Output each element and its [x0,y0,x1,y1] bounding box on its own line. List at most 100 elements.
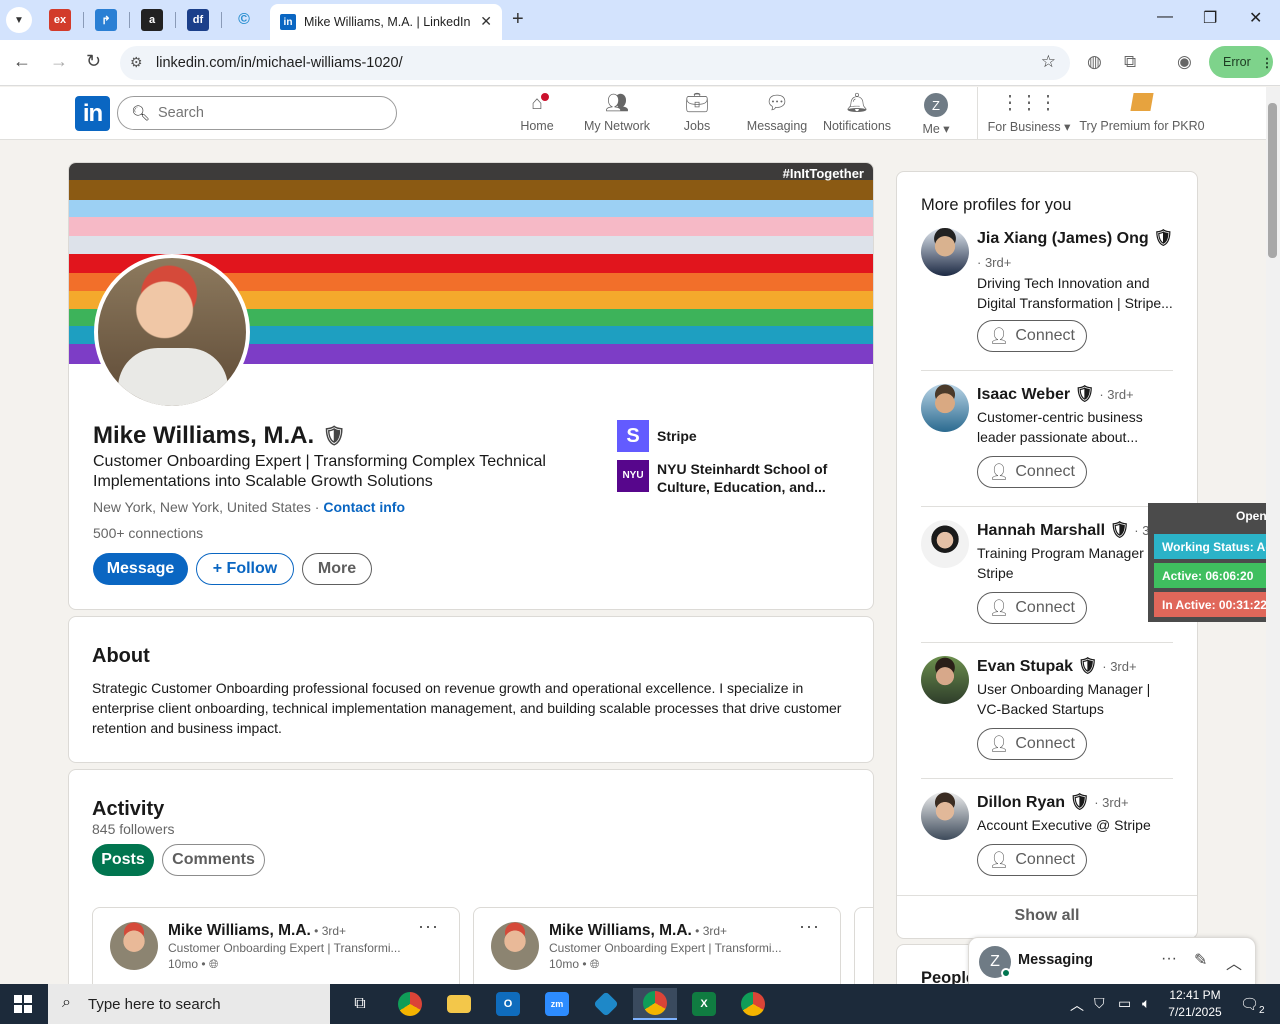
network-icon[interactable]: ▭ [1118,995,1131,1012]
compose-icon[interactable]: ✎ [1194,950,1207,970]
nav-notifications[interactable]: 🔔︎ Notifications [823,93,891,133]
contact-info-link[interactable]: Contact info [323,499,405,515]
stripe-logo: S [617,420,649,452]
tab-ex-icon[interactable]: ex [49,9,71,31]
new-tab-icon[interactable]: + [512,8,524,31]
avatar[interactable] [921,384,969,432]
back-icon[interactable]: ← [13,51,31,72]
bell-icon: 🔔︎ [844,93,870,114]
browser-menu-icon[interactable]: ⋮ [1261,55,1274,70]
nav-me[interactable]: Z Me ▾ [920,93,952,136]
avatar[interactable] [921,656,969,704]
extensions-icon[interactable]: ⧉ [1124,52,1136,72]
messaging-overlay[interactable]: Z Messaging ··· ✎ ︿ [968,937,1256,985]
taskbar-search-input[interactable]: Type here to search [48,984,330,1024]
tab-posts[interactable]: Posts [92,844,154,876]
scrollbar-thumb[interactable] [1268,103,1277,258]
suggestion-name[interactable]: Dillon Ryan 🛡︎ · 3rd+ [977,792,1129,812]
excel-icon[interactable]: X [682,988,726,1020]
nav-jobs[interactable]: 💼︎ Jobs [681,93,713,133]
chevron-up-icon[interactable]: ︿ [1226,950,1242,974]
chevron-up-icon[interactable]: ︿ [1070,995,1084,1015]
nav-home[interactable]: ⌂ Home [519,91,555,133]
minimize-icon[interactable]: — [1157,8,1173,26]
show-all-button[interactable]: Show all [897,895,1197,935]
nav-jobs-label: Jobs [683,119,711,133]
file-explorer-icon[interactable] [437,988,481,1020]
active-tab-title: Mike Williams, M.A. | LinkedIn [304,15,471,29]
avatar[interactable] [921,228,969,276]
suggestion-name[interactable]: Evan Stupak 🛡︎ · 3rd+ [977,656,1137,676]
divider [921,642,1173,643]
tab-nav-icon[interactable]: ↱ [95,9,117,31]
education-nyu[interactable]: NYU NYU Steinhardt School of Culture, Ed… [617,460,837,496]
security-icon[interactable]: ⛉ [1094,995,1105,1012]
messaging-label: Messaging [1018,952,1093,968]
outlook-icon[interactable]: O [486,988,530,1020]
connect-button[interactable]: 👤︎ Connect [977,844,1087,876]
more-button[interactable]: More [302,553,372,585]
more-options-icon[interactable]: ··· [799,916,820,937]
divider [921,778,1173,779]
nav-messaging[interactable]: 💬︎ Messaging [747,93,807,133]
more-options-icon[interactable]: ··· [418,916,439,937]
zoom-icon[interactable]: zm [535,988,579,1020]
chrome-icon[interactable] [388,988,432,1020]
close-tab-icon[interactable]: ✕ [480,13,492,30]
verified-shield-icon[interactable]: 🛡︎ [322,424,346,448]
address-bar[interactable]: ⚙ linkedin.com/in/michael-williams-1020/… [120,46,1070,80]
connections-count[interactable]: 500+ connections [93,525,203,541]
tab-divider [175,12,176,28]
taskbar-clock[interactable]: 12:41 PM 7/21/2025 [1165,987,1225,1021]
chrome-active-icon[interactable] [633,988,677,1020]
notification-center-icon[interactable]: 🗨︎2 [1240,995,1265,1016]
app-diamond-icon[interactable] [584,988,628,1020]
profile-error-button[interactable]: Error ⋮ [1209,46,1273,78]
reload-icon[interactable]: ↻ [86,51,101,72]
profile-photo[interactable] [94,254,250,410]
window-close-icon[interactable]: ✕ [1249,8,1262,28]
suggestion-name[interactable]: Jia Xiang (James) Ong 🛡︎ [977,228,1173,248]
bookmark-star-icon[interactable]: ☆ [1041,52,1056,72]
windows-start-icon[interactable] [14,995,32,1013]
more-options-icon[interactable]: ··· [1161,950,1177,968]
profile-icon[interactable]: ◉ [1177,52,1192,72]
banner-hashtag: #InItTogether [782,166,864,181]
search-input[interactable] [117,96,397,130]
nav-for-business[interactable]: ⋮⋮⋮ For Business ▾ [988,93,1071,134]
nav-my-network[interactable]: 👥︎ My Network [584,93,650,133]
task-view-icon[interactable]: ⧉ [338,988,382,1020]
site-settings-icon[interactable]: ⚙ [130,54,143,71]
translate-icon[interactable]: ◍ [1087,52,1102,72]
profile-name: Mike Williams, M.A. 🛡︎ [93,422,346,450]
avatar[interactable] [921,520,969,568]
tab-df-icon[interactable]: df [187,9,209,31]
connect-button[interactable]: 👤︎ Connect [977,728,1087,760]
tab-search-chevron-icon[interactable]: ▼ [6,7,32,33]
message-button[interactable]: Message [93,553,188,585]
volume-icon[interactable]: 🔈︎ [1142,995,1150,1012]
active-tab[interactable]: in Mike Williams, M.A. | LinkedIn ✕ [270,4,502,40]
tab-copyright-icon[interactable]: © [233,9,255,31]
inactive-time-row: In Active: 00:31:22 [1154,592,1280,617]
follow-button[interactable]: + Follow [196,553,294,585]
chrome-icon[interactable] [731,988,775,1020]
suggestion-name[interactable]: Hannah Marshall 🛡︎ · 3rd+ [977,520,1169,540]
avatar[interactable] [921,792,969,840]
profile-location-row: New York, New York, United States · Cont… [93,499,405,515]
nav-try-premium[interactable]: Try Premium for PKR0 [1079,93,1205,133]
experience-stripe[interactable]: S Stripe [617,420,697,452]
connect-button[interactable]: 👤︎ Connect [977,320,1087,352]
restore-icon[interactable]: ❐ [1203,8,1217,28]
profile-location: New York, New York, United States [93,499,311,515]
tab-comments[interactable]: Comments [162,844,265,876]
connect-button[interactable]: 👤︎ Connect [977,592,1087,624]
tab-amazon-icon[interactable]: a [141,9,163,31]
linkedin-logo[interactable]: in [75,96,110,131]
forward-icon[interactable]: → [50,51,68,72]
work-status-widget[interactable]: Open Ap Working Status: Activ Active: 06… [1148,503,1280,622]
suggestion-name[interactable]: Isaac Weber 🛡︎ · 3rd+ [977,384,1134,404]
connect-button[interactable]: 👤︎ Connect [977,456,1087,488]
more-profiles-title: More profiles for you [921,196,1072,214]
profile-name-text: Mike Williams, M.A. [93,422,315,449]
